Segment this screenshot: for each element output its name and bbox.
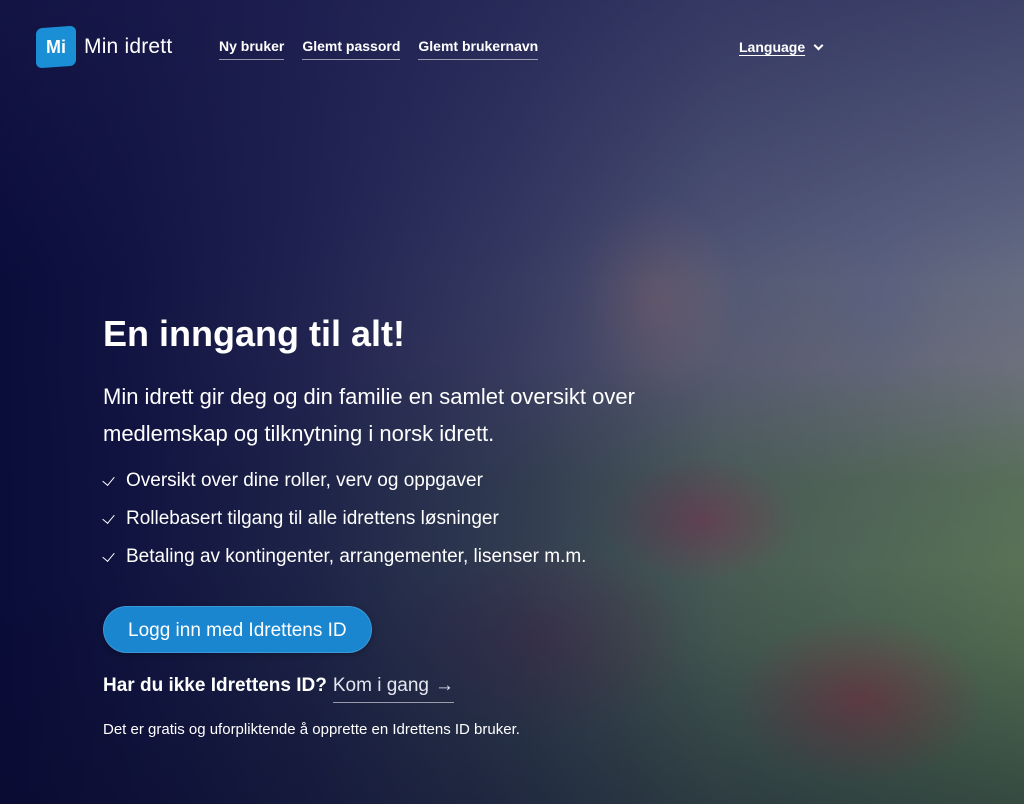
- nav-new-user-link[interactable]: Ny bruker: [219, 38, 285, 60]
- get-started-link[interactable]: Kom i gang →: [332, 675, 454, 703]
- feature-label: Betaling av kontingenter, arrangementer,…: [126, 546, 587, 567]
- hero-section: En inngang til alt! Min idrett gir deg o…: [102, 310, 723, 738]
- arrow-right-icon: →: [434, 675, 454, 696]
- logo-mark-icon: Mi: [36, 25, 76, 69]
- feature-item: Rollebasert tilgang til alle idrettens l…: [102, 500, 723, 538]
- logo-mark-text: Mi: [46, 36, 66, 57]
- nav-forgot-username-link[interactable]: Glemt brukernavn: [418, 38, 539, 60]
- hero-lead: Min idrett gir deg og din familie en sam…: [103, 384, 635, 446]
- feature-item: Oversikt over dine roller, verv og oppga…: [102, 462, 723, 500]
- language-label: Language: [739, 39, 806, 55]
- signup-question: Har du ikke Idrettens ID?: [103, 675, 327, 696]
- feature-label: Rollebasert tilgang til alle idrettens l…: [126, 508, 499, 529]
- chevron-down-icon: [813, 40, 824, 50]
- top-nav: Ny bruker Glemt passord Glemt brukernavn: [219, 38, 539, 60]
- site-header: Mi Min idrett Ny bruker Glemt passord Gl…: [0, 0, 1024, 96]
- checkmark-icon: [102, 472, 115, 486]
- language-selector[interactable]: Language: [739, 39, 824, 55]
- checkmark-icon: [102, 548, 115, 562]
- feature-label: Oversikt over dine roller, verv og oppga…: [126, 470, 483, 491]
- signup-prompt: Har du ikke Idrettens ID? Kom i gang →: [103, 675, 723, 703]
- get-started-label: Kom i gang: [332, 675, 429, 696]
- checkmark-icon: [102, 510, 115, 524]
- logo[interactable]: Mi Min idrett: [36, 25, 173, 69]
- logo-text: Min idrett: [84, 35, 173, 58]
- hero-title: En inngang til alt!: [103, 313, 405, 354]
- login-idrettens-id-button[interactable]: Logg inn med Idrettens ID: [103, 606, 372, 653]
- signup-note: Det er gratis og uforpliktende å opprett…: [103, 721, 520, 738]
- feature-list: Oversikt over dine roller, verv og oppga…: [102, 462, 723, 576]
- feature-item: Betaling av kontingenter, arrangementer,…: [102, 538, 723, 576]
- nav-forgot-password-link[interactable]: Glemt passord: [302, 38, 401, 60]
